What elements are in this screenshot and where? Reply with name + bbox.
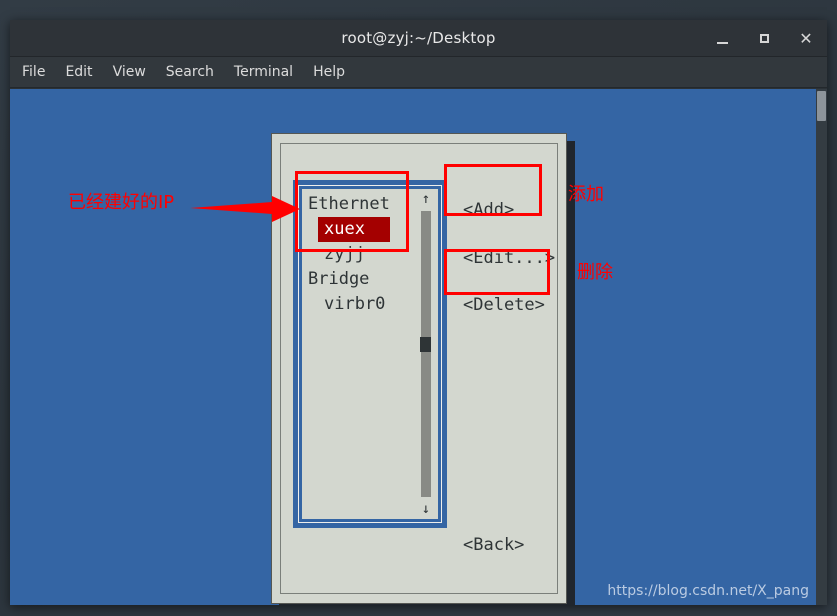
window-titlebar[interactable]: root@zyj:~/Desktop ✕: [10, 20, 827, 57]
add-button[interactable]: <Add>: [463, 198, 514, 222]
terminal-scrollbar[interactable]: [816, 89, 827, 605]
menu-item-help[interactable]: Help: [313, 64, 345, 80]
window-controls: ✕: [711, 20, 817, 57]
list-item-bridge-group: Bridge: [308, 269, 370, 289]
list-item-zyjj[interactable]: zyjj: [302, 242, 410, 267]
menu-item-edit[interactable]: Edit: [65, 64, 92, 80]
terminal-canvas[interactable]: Ethernet xuex zyjj Bridge virbr0 ↑ ↓ <Ad…: [10, 89, 827, 605]
edit-button[interactable]: <Edit...>: [463, 246, 555, 270]
minimize-icon: [716, 41, 728, 44]
minimize-button[interactable]: [711, 28, 733, 50]
connection-listbox-frame: Ethernet xuex zyjj Bridge virbr0 ↑ ↓: [293, 180, 447, 528]
desktop-background: root@zyj:~/Desktop ✕ File Edit View Sear…: [0, 0, 837, 616]
scrollbar-track[interactable]: [421, 211, 431, 497]
delete-button[interactable]: <Delete>: [463, 293, 545, 317]
menu-item-terminal[interactable]: Terminal: [234, 64, 293, 80]
scroll-up-arrow-icon[interactable]: ↑: [416, 191, 436, 207]
maximize-button[interactable]: [753, 28, 775, 50]
dialog-inner-frame: Ethernet xuex zyjj Bridge virbr0 ↑ ↓ <Ad…: [280, 143, 558, 594]
nmtui-connection-dialog: Ethernet xuex zyjj Bridge virbr0 ↑ ↓ <Ad…: [271, 133, 567, 604]
terminal-scrollbar-thumb[interactable]: [817, 91, 826, 121]
back-button[interactable]: <Back>: [463, 533, 524, 557]
scrollbar-thumb[interactable]: [420, 337, 431, 352]
scroll-down-arrow-icon[interactable]: ↓: [416, 501, 436, 517]
maximize-icon: [759, 34, 769, 43]
close-button[interactable]: ✕: [795, 28, 817, 50]
list-item-ethernet-group: Ethernet: [308, 194, 390, 214]
connection-list: Ethernet xuex zyjj Bridge virbr0: [302, 192, 410, 317]
menu-bar: File Edit View Search Terminal Help: [10, 57, 827, 88]
terminal-window: root@zyj:~/Desktop ✕ File Edit View Sear…: [10, 20, 827, 605]
menu-item-file[interactable]: File: [22, 64, 45, 80]
list-item-xuex-wrap[interactable]: xuex: [302, 217, 410, 242]
watermark-text: https://blog.csdn.net/X_pang: [607, 583, 809, 599]
close-icon: ✕: [799, 28, 813, 48]
window-title: root@zyj:~/Desktop: [341, 29, 496, 47]
menu-item-view[interactable]: View: [113, 64, 146, 80]
connection-listbox[interactable]: Ethernet xuex zyjj Bridge virbr0 ↑ ↓: [302, 189, 438, 519]
menu-item-search[interactable]: Search: [166, 64, 214, 80]
list-item-virbr0[interactable]: virbr0: [302, 292, 410, 317]
list-scrollbar[interactable]: ↑ ↓: [416, 189, 436, 519]
list-item-xuex[interactable]: xuex: [318, 217, 390, 242]
